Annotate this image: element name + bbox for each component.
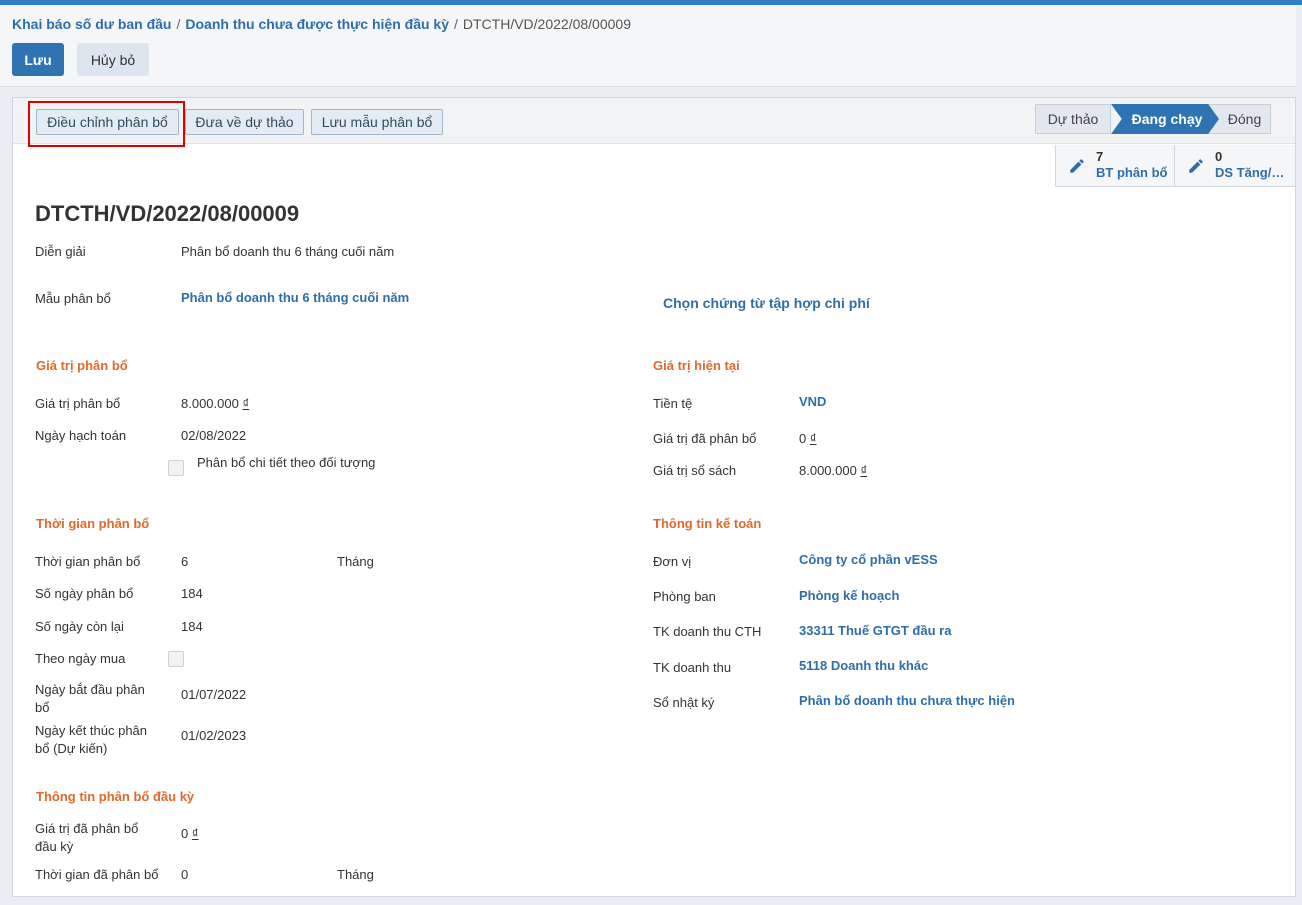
page-scrollbar[interactable]: [1296, 5, 1302, 905]
start-date-label-line: Ngày bắt đầu phân: [35, 682, 145, 697]
by-purchase-date-checkbox[interactable]: [168, 651, 184, 667]
opening-allocated-label-line: đầu kỳ: [35, 839, 74, 854]
currency-symbol: ₫: [860, 463, 868, 478]
book-value-label: Giá trị sổ sách: [653, 463, 737, 478]
section-allocation-time: Thời gian phân bổ: [36, 516, 150, 531]
book-amount: 8.000.000: [799, 463, 857, 478]
template-label: Mẫu phân bổ: [35, 291, 111, 306]
section-current-value: Giá trị hiện tại: [653, 358, 740, 373]
smart-button-count: 7: [1096, 149, 1104, 164]
allocated-amount: 0: [799, 431, 807, 446]
smart-button-text: 0 DS Tăng/…: [1215, 149, 1284, 182]
start-date-value[interactable]: 01/07/2022: [181, 686, 246, 704]
control-panel: Khai báo số dư ban đầu / Doanh thu chưa đư…: [0, 5, 1302, 87]
opening-allocated-amount: 0: [181, 826, 189, 841]
period-value[interactable]: 6: [181, 553, 188, 571]
days-value: 184: [181, 586, 203, 601]
detail-by-object-label: Phân bổ chi tiết theo đối tượng: [197, 455, 376, 470]
stage-draft[interactable]: Dự thảo: [1035, 104, 1111, 134]
allocated-value: 0 ₫: [799, 430, 817, 448]
department-link[interactable]: Phòng kế hoạch: [799, 587, 899, 605]
opening-time-value[interactable]: 0: [181, 866, 188, 884]
end-date-label: Ngày kết thúc phân bổ (Dự kiến): [35, 722, 147, 758]
detail-by-object-checkbox[interactable]: [168, 460, 184, 476]
revenue-account-label: TK doanh thu: [653, 660, 732, 675]
record-title: DTCTH/VD/2022/08/00009: [35, 201, 300, 226]
opening-allocated-value[interactable]: 0 ₫: [181, 825, 199, 843]
opening-allocated-label-line: Giá trị đã phân bổ: [35, 821, 139, 836]
start-date-label-line: bổ: [35, 700, 50, 715]
book-value: 8.000.000 ₫: [799, 462, 867, 480]
description-label: Diễn giải: [35, 244, 86, 259]
posting-date-label: Ngày hạch toán: [35, 428, 127, 443]
save-template-button[interactable]: Lưu mẫu phân bổ: [311, 109, 443, 135]
allocated-value-label: Giá trị đã phân bổ: [653, 431, 757, 446]
currency-label: Tiền tệ: [653, 396, 693, 411]
department-label: Phòng ban: [653, 589, 716, 604]
cancel-button[interactable]: Hủy bỏ: [77, 43, 149, 76]
unit-label: Đơn vị: [653, 554, 692, 569]
journal-label: Sổ nhật ký: [653, 695, 715, 710]
highlight-box: [28, 101, 185, 147]
breadcrumb-link-opening-balance[interactable]: Khai báo số dư ban đầu: [12, 16, 171, 32]
opening-time-unit: Tháng: [337, 867, 374, 882]
currency-symbol: ₫: [191, 826, 199, 841]
form-header: Điều chỉnh phân bổ Đưa về dự thảo Lưu mẫ…: [13, 98, 1295, 147]
revenue-account-cth-link[interactable]: 33311 Thuế GTGT đầu ra: [799, 622, 951, 640]
allocation-amount: 8.000.000: [181, 396, 239, 411]
breadcrumb: Khai báo số dư ban đầu / Doanh thu chưa đư…: [12, 16, 631, 32]
breadcrumb-link-unearned-revenue[interactable]: Doanh thu chưa được thực hiện đầu kỳ: [185, 16, 449, 32]
form-sheet: Điều chỉnh phân bổ Đưa về dự thảo Lưu mẫ…: [12, 97, 1296, 897]
allocation-value-label: Giá trị phân bổ: [35, 396, 121, 411]
revenue-account-link[interactable]: 5118 Doanh thu khác: [799, 657, 928, 675]
stage-running[interactable]: Đang chạy: [1111, 104, 1219, 134]
template-link[interactable]: Phân bổ doanh thu 6 tháng cuối năm: [181, 289, 409, 307]
reset-to-draft-button[interactable]: Đưa về dự thảo: [185, 109, 304, 135]
remaining-days-label: Số ngày còn lại: [35, 619, 124, 634]
currency-link[interactable]: VND: [799, 393, 826, 411]
end-date-value: 01/02/2023: [181, 728, 247, 743]
save-button[interactable]: Lưu: [12, 43, 64, 76]
end-date-label-line: Ngày kết thúc phân: [35, 723, 148, 738]
smart-button-text: 7 BT phân bổ: [1096, 149, 1168, 182]
period-label: Thời gian phân bổ: [35, 554, 141, 569]
opening-allocated-label: Giá trị đã phân bổ đầu kỳ: [35, 820, 138, 856]
unit-link[interactable]: Công ty cổ phần vESS: [799, 551, 938, 569]
period-unit[interactable]: Tháng: [337, 553, 374, 571]
description-value[interactable]: Phân bổ doanh thu 6 tháng cuối năm: [181, 243, 394, 261]
by-purchase-date-label: Theo ngày mua: [35, 651, 126, 666]
pencil-icon: [1189, 158, 1203, 173]
revenue-account-cth-label: TK doanh thu CTH: [653, 624, 762, 639]
journal-link[interactable]: Phân bổ doanh thu chưa thực hiện: [799, 692, 1015, 710]
start-date-label: Ngày bắt đầu phân bổ: [35, 681, 145, 717]
end-date-label-line: bổ (Dự kiến): [35, 741, 108, 756]
allocation-value[interactable]: 8.000.000 ₫: [181, 395, 249, 413]
pencil-icon: [1070, 158, 1084, 173]
section-accounting-info: Thông tin kế toán: [653, 516, 762, 531]
choose-documents-link[interactable]: Chọn chứng từ tập hợp chi phí: [663, 294, 870, 312]
currency-symbol: ₫: [242, 396, 250, 411]
smart-button-count: 0: [1215, 149, 1223, 164]
section-opening-allocation: Thông tin phân bổ đầu kỳ: [36, 789, 195, 804]
remaining-days-value: 184: [181, 619, 203, 634]
currency-symbol: ₫: [809, 431, 817, 446]
breadcrumb-separator: /: [454, 16, 458, 32]
days-label: Số ngày phân bổ: [35, 586, 134, 601]
smart-button-label: BT phân bổ: [1096, 165, 1168, 180]
breadcrumb-separator: /: [176, 16, 181, 32]
smart-button-increase-list[interactable]: 0 DS Tăng/…: [1174, 145, 1295, 187]
smart-button-allocation-entries[interactable]: 7 BT phân bổ: [1055, 145, 1175, 187]
section-allocation-value: Giá trị phân bổ: [36, 358, 128, 373]
opening-time-label: Thời gian đã phân bổ: [35, 867, 159, 882]
smart-button-label: DS Tăng/…: [1215, 165, 1285, 180]
breadcrumb-current: DTCTH/VD/2022/08/00009: [462, 16, 631, 32]
posting-date-value[interactable]: 02/08/2022: [181, 427, 246, 445]
